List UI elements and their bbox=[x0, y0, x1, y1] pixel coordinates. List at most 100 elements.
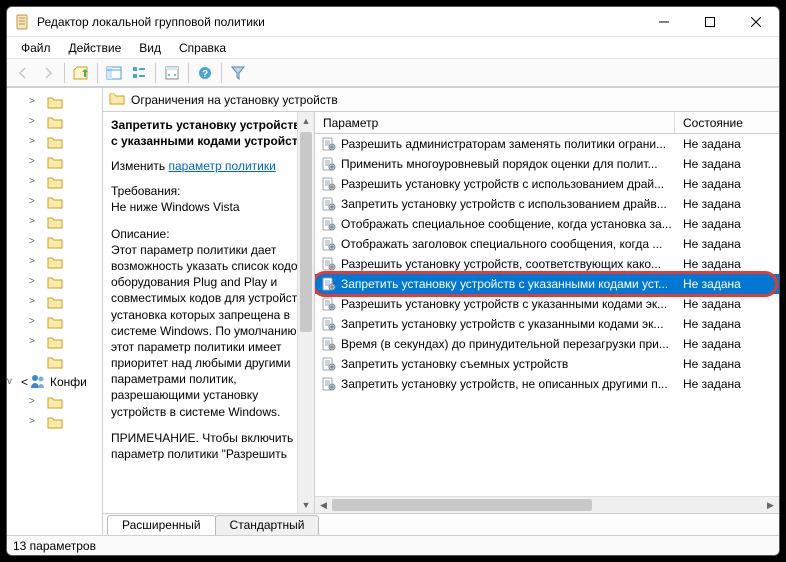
tree-item[interactable]: > bbox=[7, 132, 102, 152]
scroll-left-arrow[interactable]: ◀ bbox=[315, 500, 332, 511]
expand-icon[interactable]: > bbox=[29, 156, 35, 167]
tree-item[interactable]: > bbox=[7, 392, 102, 412]
scroll-right-arrow[interactable]: ▶ bbox=[762, 500, 779, 511]
policy-icon bbox=[321, 276, 337, 292]
filter-button[interactable] bbox=[226, 61, 250, 85]
tree-item[interactable]: > bbox=[7, 332, 102, 352]
expand-icon[interactable]: > bbox=[29, 296, 35, 307]
expand-icon[interactable]: > bbox=[29, 196, 35, 207]
expand-icon[interactable]: > bbox=[29, 316, 35, 327]
tree-item[interactable]: > bbox=[7, 172, 102, 192]
statusbar: 13 параметров bbox=[7, 535, 779, 555]
forward-button[interactable] bbox=[36, 61, 60, 85]
menu-file[interactable]: Файл bbox=[13, 39, 59, 57]
policy-row[interactable]: Запретить установку устройств с указанны… bbox=[315, 274, 779, 294]
up-button[interactable] bbox=[69, 61, 93, 85]
tree-item[interactable]: > bbox=[7, 292, 102, 312]
expand-icon[interactable]: > bbox=[29, 136, 35, 147]
column-state[interactable]: Состояние bbox=[675, 112, 779, 133]
collapse-left-icon[interactable]: < bbox=[21, 375, 28, 389]
maximize-button[interactable] bbox=[687, 7, 733, 37]
list-icons-button[interactable] bbox=[127, 61, 151, 85]
policy-row[interactable]: Отображать заголовок специального сообще… bbox=[315, 234, 779, 254]
horizontal-scrollbar[interactable]: ◀ ▶ bbox=[315, 496, 779, 513]
policy-icon bbox=[321, 356, 337, 372]
tree-item[interactable] bbox=[7, 352, 102, 372]
scroll-thumb[interactable] bbox=[300, 132, 312, 332]
tree-item[interactable]: > bbox=[7, 412, 102, 432]
toolbar-separator bbox=[221, 63, 222, 83]
close-button[interactable] bbox=[733, 7, 779, 37]
policy-row[interactable]: Запретить установку съемных устройствНе … bbox=[315, 354, 779, 374]
policy-label: Разрешить установку устройств с указанны… bbox=[341, 297, 667, 311]
tree-item[interactable]: > bbox=[7, 212, 102, 232]
expand-icon[interactable]: > bbox=[29, 396, 35, 407]
tab-standard[interactable]: Стандартный bbox=[215, 515, 320, 535]
tree-item[interactable]: > bbox=[7, 192, 102, 212]
policy-label: Запретить установку устройств с указанны… bbox=[341, 317, 663, 331]
tree-panel: >>>>>>>>>>>>><vКонфи>> bbox=[7, 88, 103, 535]
policy-icon bbox=[321, 336, 337, 352]
tree-item[interactable]: > bbox=[7, 92, 102, 112]
show-hide-tree-button[interactable] bbox=[102, 61, 126, 85]
policy-state: Не задана bbox=[675, 157, 779, 171]
tree-item[interactable]: > bbox=[7, 312, 102, 332]
properties-button[interactable] bbox=[160, 61, 184, 85]
expand-icon[interactable]: > bbox=[29, 236, 35, 247]
policy-row[interactable]: Запретить установку устройств с указанны… bbox=[315, 314, 779, 334]
list-header[interactable]: Параметр Состояние bbox=[315, 112, 779, 134]
menubar: Файл Действие Вид Справка bbox=[7, 37, 779, 59]
policy-row[interactable]: Разрешить администраторам заменять полит… bbox=[315, 134, 779, 154]
scroll-up-arrow[interactable]: ▲ bbox=[298, 112, 314, 129]
tab-extended[interactable]: Расширенный bbox=[107, 515, 216, 535]
policy-row[interactable]: Разрешить установку устройств с использо… bbox=[315, 174, 779, 194]
expand-icon[interactable]: > bbox=[29, 96, 35, 107]
titlebar: Редактор локальной групповой политики bbox=[7, 7, 779, 37]
expand-icon[interactable]: > bbox=[29, 176, 35, 187]
expand-icon[interactable]: > bbox=[29, 216, 35, 227]
policy-label: Запретить установку устройств с использо… bbox=[341, 197, 667, 211]
menu-action[interactable]: Действие bbox=[61, 39, 130, 57]
tree-item[interactable]: > bbox=[7, 252, 102, 272]
policy-label: Запретить установку устройств с указанны… bbox=[341, 277, 668, 291]
policy-icon bbox=[321, 196, 337, 212]
back-button[interactable] bbox=[11, 61, 35, 85]
menu-view[interactable]: Вид bbox=[131, 39, 169, 57]
policy-icon bbox=[321, 296, 337, 312]
help-button[interactable]: ? bbox=[193, 61, 217, 85]
requirements-block: Требования: Не ниже Windows Vista bbox=[111, 183, 310, 215]
expand-icon[interactable]: > bbox=[29, 256, 35, 267]
policy-row[interactable]: Запретить установку устройств, не описан… bbox=[315, 374, 779, 394]
description-scrollbar[interactable]: ▲ ▼ bbox=[297, 112, 314, 513]
column-setting[interactable]: Параметр bbox=[315, 112, 675, 133]
edit-policy-link[interactable]: параметр политики bbox=[168, 159, 275, 173]
policy-state: Не задана bbox=[675, 257, 779, 271]
tree-item[interactable]: > bbox=[7, 272, 102, 292]
content-area: >>>>>>>>>>>>><vКонфи>> Ограничения на ус… bbox=[7, 87, 779, 535]
minimize-button[interactable] bbox=[641, 7, 687, 37]
expand-icon[interactable]: > bbox=[29, 336, 35, 347]
tree-item[interactable]: > bbox=[7, 152, 102, 172]
list-body: Разрешить администраторам заменять полит… bbox=[315, 134, 779, 496]
policy-row[interactable]: Применить многоуровневый порядок оценки … bbox=[315, 154, 779, 174]
policy-row[interactable]: Разрешить установку устройств с указанны… bbox=[315, 294, 779, 314]
scroll-thumb[interactable] bbox=[332, 499, 592, 511]
tree-item[interactable]: > bbox=[7, 112, 102, 132]
expand-icon[interactable]: > bbox=[29, 116, 35, 127]
folder-icon bbox=[109, 91, 125, 108]
policy-row[interactable]: Запретить установку устройств с использо… bbox=[315, 194, 779, 214]
toolbar: ? bbox=[7, 59, 779, 87]
scroll-down-arrow[interactable]: ▼ bbox=[298, 496, 314, 513]
policy-label: Разрешить администраторам заменять полит… bbox=[341, 137, 666, 151]
policy-row[interactable]: Разрешить установку устройств, соответст… bbox=[315, 254, 779, 274]
expand-icon[interactable]: > bbox=[29, 416, 35, 427]
tree-item-config[interactable]: <vКонфи bbox=[7, 372, 102, 392]
policy-state: Не задана bbox=[675, 337, 779, 351]
policy-state: Не задана bbox=[675, 237, 779, 251]
expand-icon[interactable]: > bbox=[29, 276, 35, 287]
policy-row[interactable]: Отображать специальное сообщение, когда … bbox=[315, 214, 779, 234]
policy-row[interactable]: Время (в секундах) до принудительной пер… bbox=[315, 334, 779, 354]
expand-icon[interactable]: v bbox=[7, 376, 12, 387]
tree-item[interactable]: > bbox=[7, 232, 102, 252]
menu-help[interactable]: Справка bbox=[171, 39, 234, 57]
